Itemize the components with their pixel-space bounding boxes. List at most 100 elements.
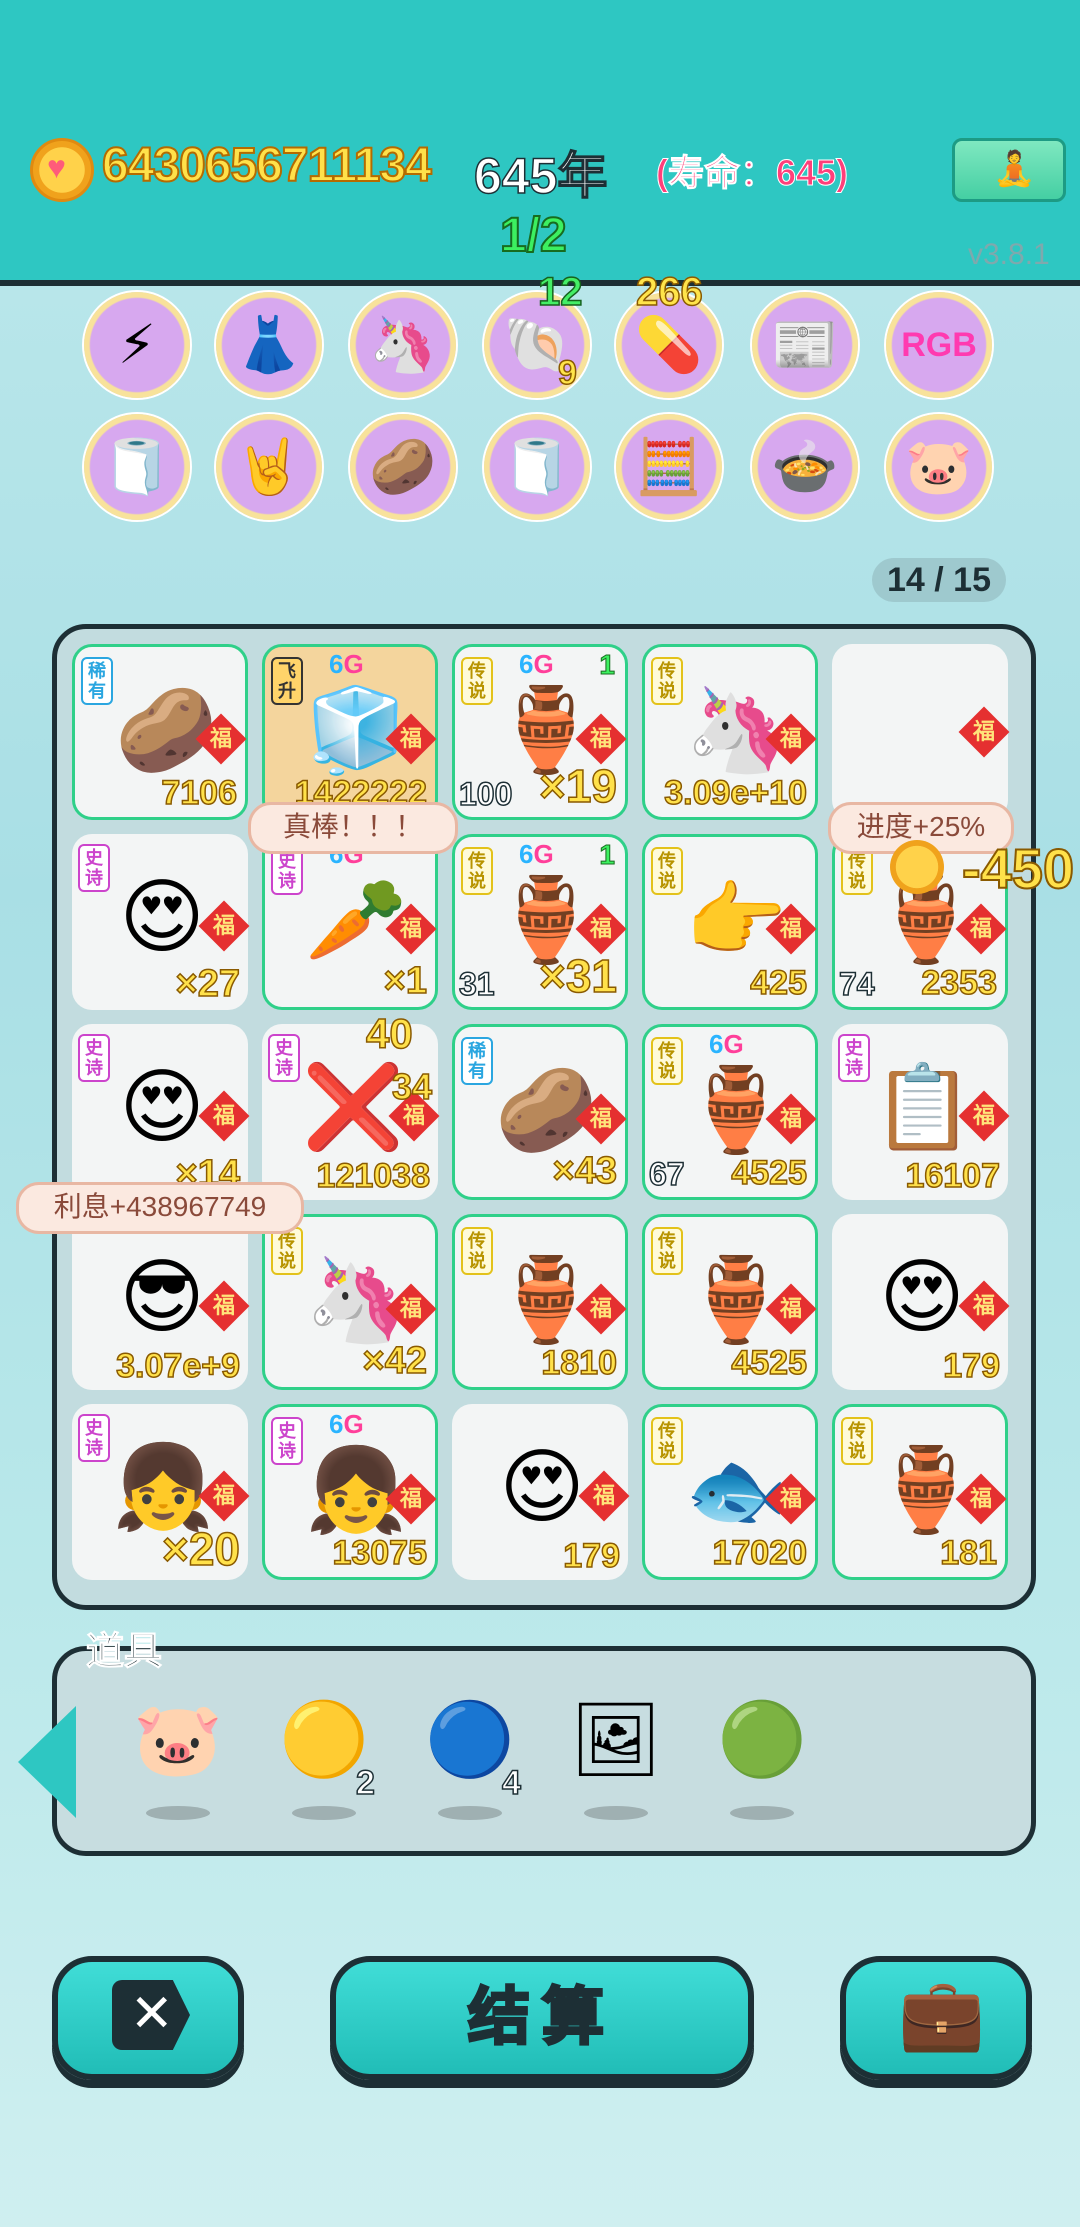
settle-button[interactable]: 结算 [330, 1956, 754, 2080]
item-slot[interactable]: 🟡 2 [264, 1690, 384, 1830]
item-slot[interactable]: 🔵 4 [410, 1690, 530, 1830]
items-title: 道具 [85, 1631, 163, 1674]
cell-symbol-icon: 😍 [499, 1442, 585, 1533]
buff-slot[interactable]: 🥔 [350, 414, 456, 520]
rarity-tag: 传说 [651, 1227, 683, 1275]
6g-badge: 6G [519, 839, 554, 870]
buff-slot[interactable]: 🤘 [216, 414, 322, 520]
cell-symbol-icon: 🥔 [115, 685, 218, 776]
fortune-label: 福 [589, 1106, 612, 1131]
rarity-tag: 史诗 [78, 1034, 110, 1082]
board-cell[interactable]: 传说 🏺 福 181 [832, 1404, 1008, 1580]
cell-value: 17020 [712, 1533, 808, 1573]
cell-value: 2353 [921, 963, 998, 1003]
piggy-bank-icon: 🐷 [905, 437, 973, 497]
fortune-label: 福 [779, 916, 802, 941]
board-cell[interactable]: 史诗 6G 🥕 福 ×1 [262, 834, 438, 1010]
money-counter: 6430656711134 [101, 138, 433, 193]
fortune-label: 福 [589, 916, 612, 941]
item-slot[interactable]: 🖼 [556, 1690, 676, 1830]
cell-symbol-icon: 😎 [119, 1252, 205, 1343]
buff-slot[interactable]: 🍲 [752, 414, 858, 520]
buff-slot[interactable]: 🧻 [484, 414, 590, 520]
cell-value: 7106 [161, 773, 238, 813]
item-count: 2 [355, 1763, 375, 1803]
board-cell[interactable]: 史诗 😍 福 ×27 [72, 834, 250, 1010]
rarity-tag: 传说 [461, 657, 493, 705]
fortune-badge: 福 [765, 903, 817, 955]
rarity-tag: 传说 [651, 1037, 683, 1085]
fortune-label: 福 [212, 1293, 235, 1318]
rarity-tag: 史诗 [78, 1414, 110, 1462]
item-shadow [730, 1806, 794, 1820]
6g-badge: 6G [519, 649, 554, 680]
buff-slot[interactable]: 🐷 [886, 414, 992, 520]
page-indicator[interactable]: 14 / 15 [872, 558, 1006, 602]
item-slot[interactable]: 🟢 [702, 1690, 822, 1830]
float-number: 40 [365, 1009, 413, 1058]
board-cell[interactable]: 😎 福 3.07e+9 [72, 1214, 250, 1390]
rgb-icon: RGB [901, 326, 977, 364]
board-cell[interactable]: 传说 6G 1 🏺 福 31 ×31 [452, 834, 628, 1010]
board-cell[interactable]: 传说 🏺 福 1810 [452, 1214, 628, 1390]
board-cell[interactable]: 传说 6G 1 🏺 福 100 ×19 [452, 644, 628, 820]
fortune-label: 福 [399, 916, 422, 941]
cell-value: 3.07e+9 [115, 1346, 240, 1386]
board-cell[interactable]: 😍 福 179 [832, 1214, 1010, 1390]
board-cell[interactable]: 飞升 6G 🧊 福 1422222 [262, 644, 438, 820]
cell-symbol-icon: 🏺 [685, 1065, 788, 1156]
meditate-button[interactable]: 🧘 [952, 138, 1066, 202]
buff-slot[interactable]: RGB [886, 292, 992, 398]
rarity-tag: 稀有 [461, 1037, 493, 1085]
buff-slot[interactable]: 📰 [752, 292, 858, 398]
item-slot[interactable]: 🐷 [118, 1690, 238, 1830]
buff-slot[interactable]: 💊 266 [616, 269, 722, 398]
math-head-icon: 🧮 [635, 437, 703, 497]
bowls-up-icon: 🍲 [771, 437, 839, 497]
rarity-tag: 传说 [841, 1417, 873, 1465]
bag-button[interactable]: 💼 [840, 1956, 1032, 2080]
rarity-tag: 传说 [271, 1227, 303, 1275]
cell-value: ×42 [362, 1339, 428, 1383]
lightning-icon: ⚡ [118, 315, 156, 375]
board-cell[interactable]: 福 [832, 644, 1010, 820]
rarity-tag: 传说 [651, 1417, 683, 1465]
cell-value: ×43 [552, 1149, 618, 1193]
board-cell[interactable]: 传说 🐟 福 17020 [642, 1404, 818, 1580]
board-cell[interactable]: 传说 🦄 福 3.09e+10 [642, 644, 818, 820]
cell-symbol-icon: 🥔 [495, 1065, 598, 1156]
board-cell[interactable]: 传说 🏺 福 4525 [642, 1214, 818, 1390]
year-counter: 645年 [473, 147, 608, 205]
board-cell[interactable]: 😍 福 179 [452, 1404, 630, 1580]
cell-symbol-icon: 🏺 [685, 1255, 788, 1346]
fortune-badge: 福 [765, 1473, 817, 1525]
buff-slot[interactable]: 🐚 12 9 [484, 269, 590, 398]
rarity-tag: 史诗 [271, 1417, 303, 1465]
board-cell[interactable]: 稀有 🥔 福 ×43 [452, 1024, 628, 1200]
buff-slot[interactable]: 👗 [216, 292, 322, 398]
buff-slot[interactable]: 🦄 [350, 292, 456, 398]
board-cell[interactable]: 史诗 👧 福 ×20 [72, 1404, 250, 1580]
board-cell[interactable]: 传说 🦄 福 ×42 [262, 1214, 438, 1390]
board-cell[interactable]: 史诗 📋 福 16107 [832, 1024, 1010, 1200]
cell-value: 4525 [731, 1343, 808, 1383]
item-shadow [292, 1806, 356, 1820]
cell-symbol-icon: 😍 [879, 1252, 965, 1343]
buff-slot[interactable]: 🧻 [84, 414, 190, 520]
6g-badge-number: 6 [519, 839, 534, 869]
rock-hand-icon: 🤘 [235, 437, 303, 497]
fortune-badge: 福 [765, 1283, 817, 1335]
board-cell[interactable]: 史诗 6G 👧 福 13075 [262, 1404, 438, 1580]
cell-value: 121038 [316, 1156, 431, 1196]
items-prev-arrow[interactable] [18, 1706, 76, 1818]
buff-slot[interactable]: ⚡ [84, 292, 190, 398]
cell-value: 16107 [905, 1156, 1001, 1196]
float-number: 34 [391, 1065, 433, 1108]
buff-slot[interactable]: 🧮 [616, 414, 722, 520]
board-cell[interactable]: 史诗 😍 福 ×14 [72, 1024, 250, 1200]
cell-value: ×1 [383, 959, 428, 1003]
board-cell[interactable]: 传说 👉 福 425 [642, 834, 818, 1010]
quit-button[interactable]: ✕ [52, 1956, 244, 2080]
board-cell[interactable]: 传说 6G 🏺 福 67 4525 [642, 1024, 818, 1200]
board-cell[interactable]: 稀有 🥔 福 7106 [72, 644, 248, 820]
